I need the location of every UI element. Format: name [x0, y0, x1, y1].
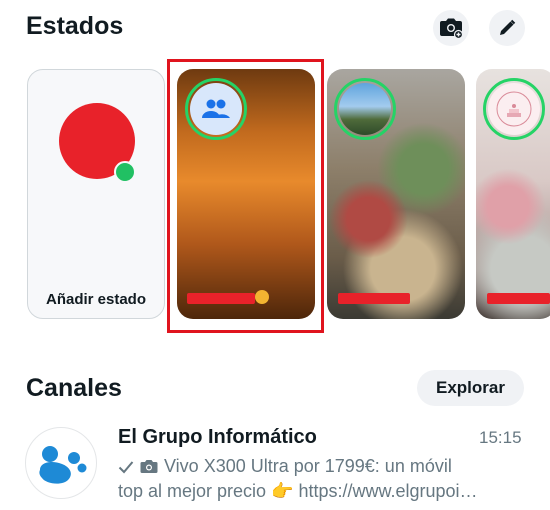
channel-time: 15:15	[479, 428, 522, 447]
camera-button[interactable]	[433, 10, 469, 46]
channel-name[interactable]: El Grupo Informático	[118, 426, 317, 449]
add-status-plus-icon	[114, 161, 136, 183]
channel-preview-text: Vivo X300 Ultra por 1799€: un móvil	[164, 456, 452, 476]
group-icon	[202, 99, 230, 118]
status-avatar-cakes	[483, 78, 545, 140]
emoji-icon	[255, 290, 269, 304]
redacted-name	[338, 293, 410, 304]
status-avatar-group	[185, 78, 247, 140]
add-status-label: Añadir estado	[45, 291, 147, 308]
channel-avatar[interactable]	[25, 427, 97, 499]
page-title: Estados	[26, 12, 124, 40]
channel-preview-line1: Vivo X300 Ultra por 1799€: un móvil	[118, 456, 452, 477]
cake-logo-icon	[488, 83, 540, 135]
section-title-channels: Canales	[26, 374, 122, 402]
channel-logo-icon	[39, 446, 87, 484]
check-icon	[118, 460, 134, 473]
explore-button[interactable]: Explorar	[417, 370, 524, 406]
channel-preview-line2: top al mejor precio 👉 https://www.elgrup…	[118, 481, 478, 501]
camera-icon	[440, 18, 463, 39]
camera-small-icon	[140, 460, 158, 473]
redacted-name	[187, 293, 255, 304]
redacted-name	[487, 293, 550, 304]
edit-button[interactable]	[489, 10, 525, 46]
pencil-icon	[500, 19, 516, 35]
status-avatar-landscape	[334, 78, 396, 140]
